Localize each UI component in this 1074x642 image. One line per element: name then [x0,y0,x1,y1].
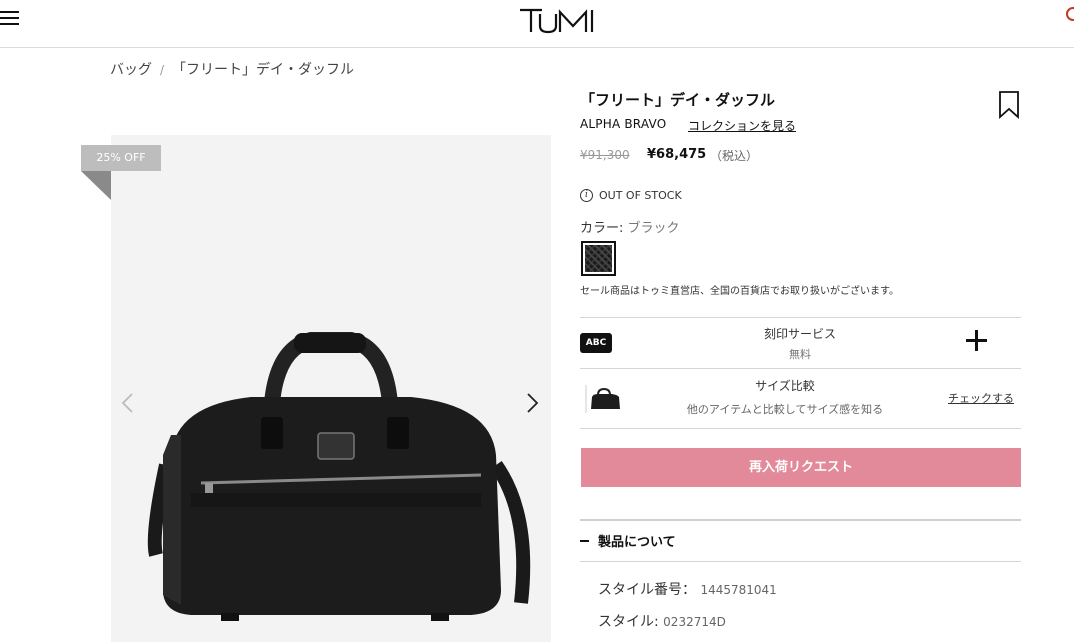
color-label: カラー: ブラック [580,217,680,236]
style-label: スタイル: [598,614,659,630]
tax-note: （税込） [710,149,759,163]
style-number-value: 1445781041 [700,583,777,597]
engraving-title: 刻印サービス [763,327,836,341]
chevron-right-icon[interactable] [522,389,542,419]
divider [580,428,1021,429]
style-value: 0232714D [663,615,726,629]
engraving-price: 無料 [789,348,811,361]
restock-request-button[interactable]: 再入荷リクエスト [581,448,1021,487]
product-image [147,332,531,621]
divider [580,368,1021,369]
breadcrumb-item-current: 「フリート」デイ・ダッフル [172,62,355,78]
breadcrumb: バッグ / 「フリート」デイ・ダッフル [110,59,354,79]
stock-status-text: OUT OF STOCK [599,189,682,202]
view-collection-link[interactable]: コレクションを見る [688,117,796,134]
site-header [0,0,1074,48]
discount-badge: 25% OFF [81,145,161,171]
divider [580,317,1021,318]
breadcrumb-item-bags[interactable]: バッグ [110,62,152,78]
style-row: スタイル: 0232714D [598,611,726,631]
search-icon[interactable] [1066,7,1074,21]
bookmark-icon[interactable] [998,91,1020,119]
expand-engraving-plus-icon[interactable] [966,330,988,352]
minus-icon [580,539,589,542]
style-number-label: スタイル番号： [598,582,696,598]
tumi-logo[interactable] [518,6,614,34]
info-icon: i [580,189,593,202]
about-product-toggle[interactable]: 製品について [580,531,676,550]
original-price: ¥91,300 [580,148,630,162]
hamburger-menu-icon[interactable] [0,9,20,27]
size-compare-thumbnail [585,385,620,413]
divider [580,561,1021,562]
style-number-row: スタイル番号： 1445781041 [598,579,777,599]
badge-fold-decoration [81,171,111,200]
swatch-pattern [585,245,612,272]
size-compare-subtitle: 他のアイテムと比較してサイズ感を知る [686,403,884,416]
collection-name: ALPHA BRAVO [580,117,667,131]
color-swatch-black[interactable] [581,241,616,276]
size-compare-title: サイズ比較 [755,379,815,393]
sale-note: セール商品はトゥミ直営店、全国の百貨店でお取り扱いがございます。 [580,286,899,297]
product-title: 「フリート」デイ・ダッフル [580,91,776,109]
divider [580,519,1021,521]
product-image-gallery[interactable] [111,135,551,642]
chevron-left-icon[interactable] [118,389,138,419]
size-compare-link[interactable]: チェックする [948,390,1014,406]
color-label-text: カラー: [580,221,624,236]
sale-price: ¥68,475 [647,147,707,162]
color-value: ブラック [627,221,680,236]
stock-status: i OUT OF STOCK [580,189,682,202]
engraving-abc-icon: ABC [580,333,612,353]
breadcrumb-separator: / [160,63,165,77]
about-product-heading: 製品について [598,535,676,550]
